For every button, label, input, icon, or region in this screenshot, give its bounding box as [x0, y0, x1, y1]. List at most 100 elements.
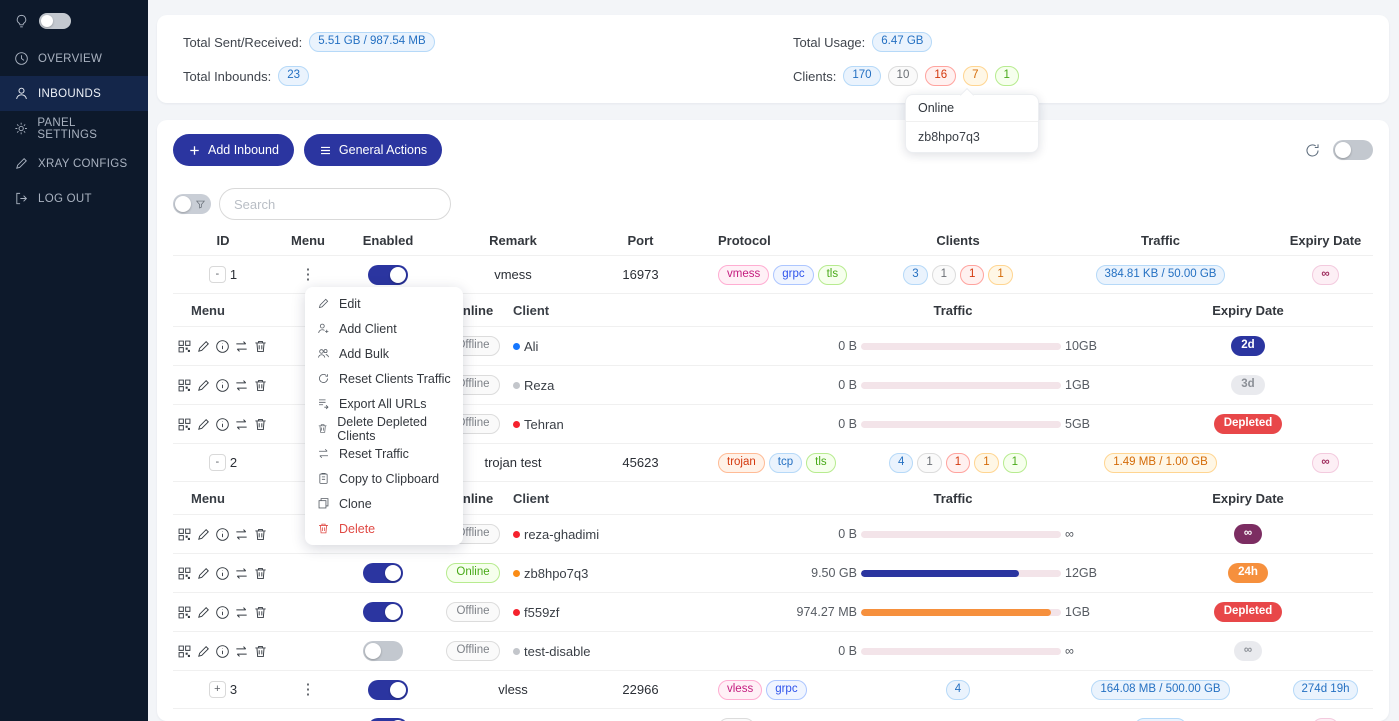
row-menu-button[interactable]: ⋮ [295, 267, 322, 282]
clients-count-badge: 1 [1003, 453, 1027, 473]
info-button[interactable] [215, 378, 230, 393]
delete-client-button[interactable] [253, 566, 268, 581]
inbound-enabled-toggle[interactable] [368, 718, 408, 721]
reset-traffic-button[interactable] [234, 605, 249, 620]
add-inbound-button[interactable]: Add Inbound [173, 134, 294, 166]
theme-toggle[interactable] [39, 13, 71, 29]
traffic-limit: 12GB [1065, 566, 1111, 580]
inbound-enabled-toggle[interactable] [368, 680, 408, 700]
inbound-enabled-toggle[interactable] [368, 265, 408, 285]
add-inbound-label: Add Inbound [208, 143, 279, 157]
reset-traffic-button[interactable] [234, 644, 249, 659]
menu-item-add-bulk[interactable]: Add Bulk [309, 341, 459, 366]
protocol-tag: vmess [718, 265, 769, 285]
client-expiry-badge: ∞ [1234, 641, 1262, 661]
general-actions-button[interactable]: General Actions [304, 134, 442, 166]
traffic-progress-bar [861, 382, 1061, 389]
sidebar-item-xray-configs[interactable]: XRAY CONFIGS [0, 146, 148, 181]
traffic-badge: 0 B / ∞ [1134, 718, 1187, 721]
reset-traffic-button[interactable] [234, 566, 249, 581]
reset-traffic-button[interactable] [234, 527, 249, 542]
popover-title: Online [906, 95, 1038, 122]
reset-traffic-button[interactable] [234, 417, 249, 432]
inbound-row-3: + 3 ⋮ vless 22966 vless grpc 4 164.08 MB… [173, 671, 1373, 709]
qr-code-button[interactable] [177, 605, 192, 620]
edit-client-button[interactable] [196, 527, 211, 542]
info-button[interactable] [215, 527, 230, 542]
collapse-row-button[interactable]: - [209, 454, 226, 471]
delete-client-button[interactable] [253, 339, 268, 354]
sidebar-nav: OVERVIEW INBOUNDS PANEL SETTINGS XRAY CO… [0, 41, 148, 216]
menu-item-reset-traffic[interactable]: Reset Traffic [309, 441, 459, 466]
client-enabled-toggle[interactable] [363, 641, 403, 661]
clients-count-badge: 1 [946, 453, 970, 473]
protocol-tag: tls [818, 265, 848, 285]
protocol-tag: grpc [773, 265, 813, 285]
reset-traffic-button[interactable] [234, 378, 249, 393]
edit-client-button[interactable] [196, 644, 211, 659]
info-button[interactable] [215, 566, 230, 581]
menu-item-delete[interactable]: Delete [309, 516, 459, 541]
qr-code-button[interactable] [177, 566, 192, 581]
client-status-dot [513, 382, 520, 389]
delete-client-button[interactable] [253, 605, 268, 620]
clients-label: Clients: [793, 69, 836, 84]
info-button[interactable] [215, 644, 230, 659]
row-menu-button[interactable]: ⋮ [295, 682, 322, 697]
qr-code-button[interactable] [177, 417, 192, 432]
edit-client-button[interactable] [196, 339, 211, 354]
menu-item-delete-depleted-clients[interactable]: Delete Depleted Clients [309, 416, 459, 441]
info-button[interactable] [215, 605, 230, 620]
inbound-port: 45623 [622, 455, 658, 470]
delete-client-button[interactable] [253, 644, 268, 659]
sidebar-item-panel-settings[interactable]: PANEL SETTINGS [0, 111, 148, 146]
delete-client-button[interactable] [253, 378, 268, 393]
traffic-progress-bar [861, 531, 1061, 538]
clone-icon [317, 497, 330, 510]
edit-client-button[interactable] [196, 566, 211, 581]
clients-count-depleted: 16 [925, 66, 956, 86]
edit-client-button[interactable] [196, 417, 211, 432]
trash-icon [317, 422, 328, 435]
auto-refresh-toggle[interactable] [1333, 140, 1373, 160]
collapse-row-button[interactable]: - [209, 266, 226, 283]
menu-item-copy-to-clipboard[interactable]: Copy to Clipboard [309, 466, 459, 491]
edit-client-button[interactable] [196, 378, 211, 393]
traffic-limit: 5GB [1065, 417, 1111, 431]
clients-count-badge: 3 [903, 265, 927, 285]
edit-client-button[interactable] [196, 605, 211, 620]
menu-item-clone[interactable]: Clone [309, 491, 459, 516]
sidebar-item-label: INBOUNDS [38, 88, 101, 100]
reset-icon [317, 372, 330, 385]
online-clients-popover: Online zb8hpo7q3 [905, 94, 1039, 153]
sidebar-item-log-out[interactable]: LOG OUT [0, 181, 148, 216]
delete-client-button[interactable] [253, 527, 268, 542]
info-button[interactable] [215, 339, 230, 354]
client-enabled-toggle[interactable] [363, 563, 403, 583]
search-input[interactable] [219, 188, 451, 220]
clients-count-total: 170 [843, 66, 880, 86]
filter-toggle[interactable] [173, 194, 211, 214]
info-button[interactable] [215, 417, 230, 432]
sidebar-item-inbounds[interactable]: INBOUNDS [0, 76, 148, 111]
qr-code-button[interactable] [177, 644, 192, 659]
menu-item-reset-clients-traffic[interactable]: Reset Clients Traffic [309, 366, 459, 391]
refresh-button[interactable] [1304, 142, 1321, 159]
expand-row-button[interactable]: + [209, 681, 226, 698]
qr-code-button[interactable] [177, 527, 192, 542]
client-enabled-toggle[interactable] [363, 602, 403, 622]
clients-count-online[interactable]: 1 [995, 66, 1019, 86]
delete-client-button[interactable] [253, 417, 268, 432]
menu-item-edit[interactable]: Edit [309, 291, 459, 316]
qr-code-button[interactable] [177, 339, 192, 354]
online-status-badge: Online [446, 563, 499, 583]
sidebar-item-label: LOG OUT [38, 193, 92, 205]
menu-item-add-client[interactable]: Add Client [309, 316, 459, 341]
qr-code-button[interactable] [177, 378, 192, 393]
sidebar-item-overview[interactable]: OVERVIEW [0, 41, 148, 76]
inbound-port: 22966 [622, 682, 658, 697]
inbound-port: 16973 [622, 267, 658, 282]
menu-item-export-all-urls[interactable]: Export All URLs [309, 391, 459, 416]
traffic-used: 0 B [795, 378, 857, 392]
reset-traffic-button[interactable] [234, 339, 249, 354]
